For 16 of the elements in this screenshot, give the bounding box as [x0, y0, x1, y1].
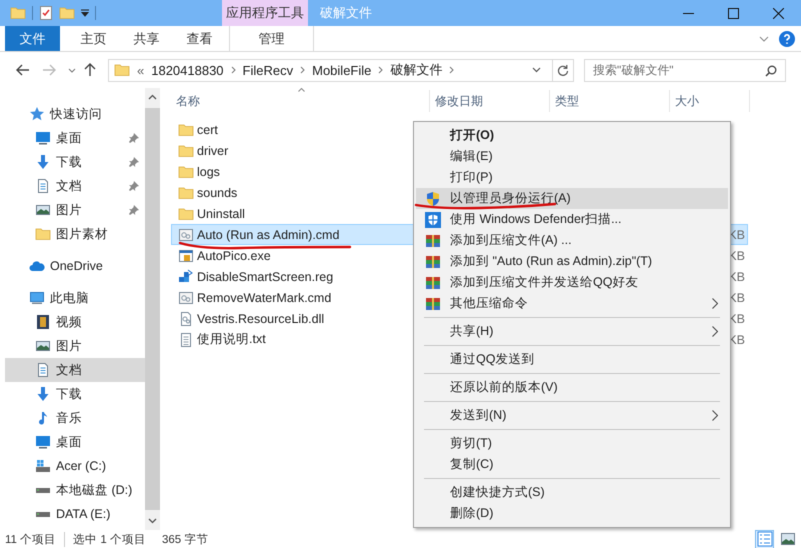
- file-name: cert: [197, 122, 218, 136]
- file-name: sounds: [197, 186, 238, 200]
- status-text: 选中 1 个项目: [72, 532, 147, 546]
- window-title: 破解文件: [320, 4, 372, 22]
- file-name: DisableSmartScreen.reg: [197, 270, 334, 284]
- file-name: Vestris.ResourceLib.dll: [197, 312, 324, 326]
- file-name: driver: [197, 144, 228, 158]
- status-text: 11 个项目: [5, 532, 66, 546]
- file-name: RemoveWaterMark.cmd: [197, 290, 332, 304]
- file-name: AutoPico.exe: [197, 248, 271, 262]
- context-tab-group: 应用程序工具: [222, 0, 308, 26]
- file-name: 使用说明.txt: [197, 331, 266, 348]
- file-name: Uninstall: [197, 206, 245, 220]
- status-text: 365 字节: [160, 532, 210, 546]
- file-name: logs: [197, 164, 220, 178]
- file-name: Auto (Run as Admin).cmd: [197, 228, 340, 242]
